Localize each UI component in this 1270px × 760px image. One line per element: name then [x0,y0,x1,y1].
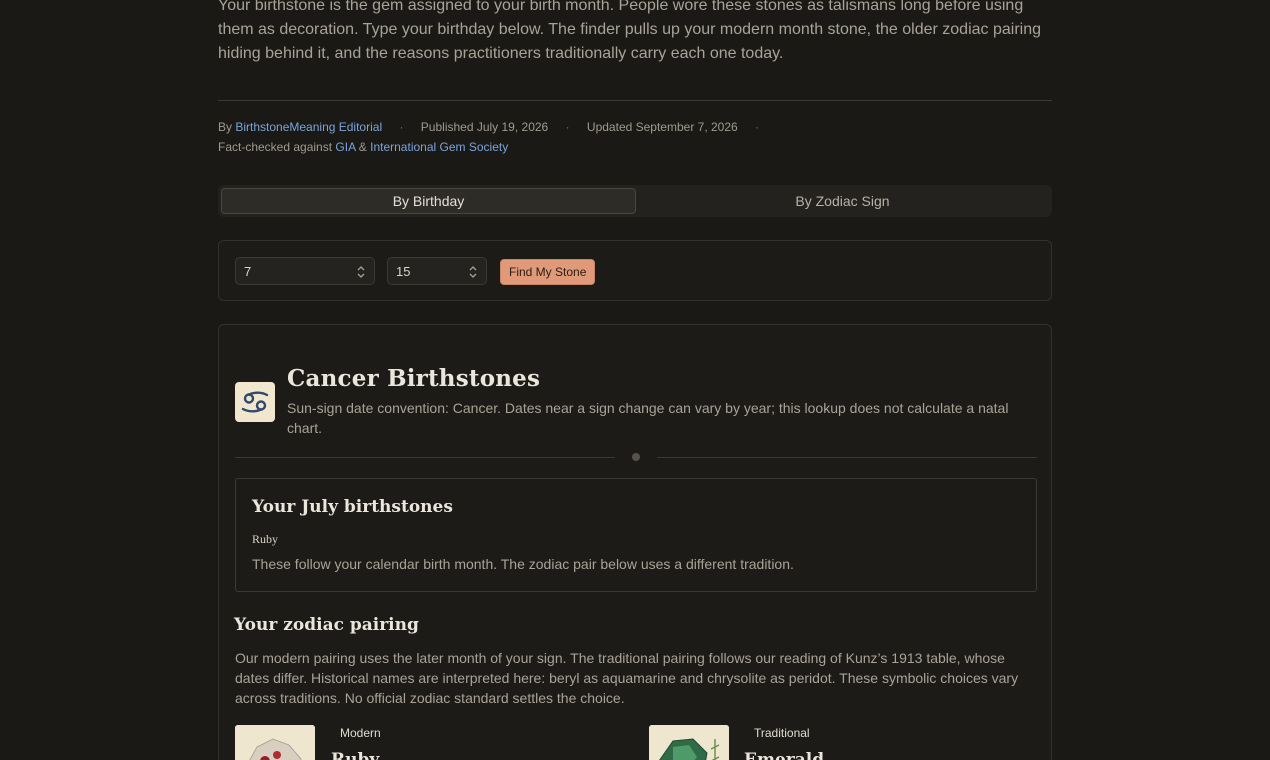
traditional-stone-name: Emerald [744,750,825,760]
igs-link[interactable]: International Gem Society [370,140,508,154]
month-select[interactable]: 7 [235,257,375,285]
month-note: These follow your calendar birth month. … [252,556,794,572]
author-link[interactable]: BirthstoneMeaning Editorial [235,120,382,134]
byline-separator: · [755,120,760,134]
ornamental-divider [235,453,1037,461]
ruby-crystal-image [235,725,315,760]
sign-description: Sun-sign date convention: Cancer. Dates … [287,400,1009,436]
factcheck-label: Fact-checked against [218,140,333,154]
updated-date: Updated September 7, 2026 [586,120,738,134]
tab-by-zodiac-sign[interactable]: By Zodiac Sign [636,188,1049,214]
byline: By BirthstoneMeaning Editorial · Publish… [218,117,1052,157]
chevron-up-down-icon [357,266,365,278]
result-card: Cancer Birthstones Sun-sign date convent… [218,324,1052,760]
zodiac-pairing-title: Your zodiac pairing [234,615,419,635]
lookup-mode-tabs: By Birthday By Zodiac Sign [218,185,1052,217]
divider-rule [218,100,1052,101]
published-date: Published July 19, 2026 [420,120,549,134]
cancer-zodiac-icon [235,382,275,422]
chevron-up-down-icon [469,266,477,278]
birthday-form: 7 15 Find My Stone [218,240,1052,301]
day-select-value: 15 [396,263,411,279]
find-my-stone-button[interactable]: Find My Stone [500,259,596,285]
emerald-illustration [649,725,729,760]
byline-row-2: Fact-checked against GIA & International… [218,137,1052,157]
traditional-label: Traditional [754,726,810,740]
ampersand: & [358,140,367,154]
sign-title: Cancer Birthstones [287,365,541,392]
day-select[interactable]: 15 [387,257,487,285]
month-birthstones-box: Your July birthstones Ruby These follow … [235,478,1037,592]
modern-stone-name: Ruby [331,750,380,760]
byline-by-label: By [218,120,233,134]
month-title: Your July birthstones [252,497,453,517]
cancer-glyph-icon [241,391,269,413]
ruby-illustration [235,725,315,760]
emerald-crystal-image [649,725,729,760]
zodiac-pairing-description: Our modern pairing uses the later month … [235,650,1019,706]
byline-separator: · [399,120,404,134]
divider-dot [632,453,640,461]
intro-paragraph: Your birthstone is the gem assigned to y… [218,0,1041,62]
byline-separator: · [565,120,570,134]
byline-row-1: By BirthstoneMeaning Editorial · Publish… [218,117,1052,137]
modern-label: Modern [340,726,381,740]
gia-link[interactable]: GIA [335,140,355,154]
month-stone-ruby: Ruby [252,532,279,546]
tab-by-birthday[interactable]: By Birthday [221,188,636,214]
month-select-value: 7 [244,263,252,279]
